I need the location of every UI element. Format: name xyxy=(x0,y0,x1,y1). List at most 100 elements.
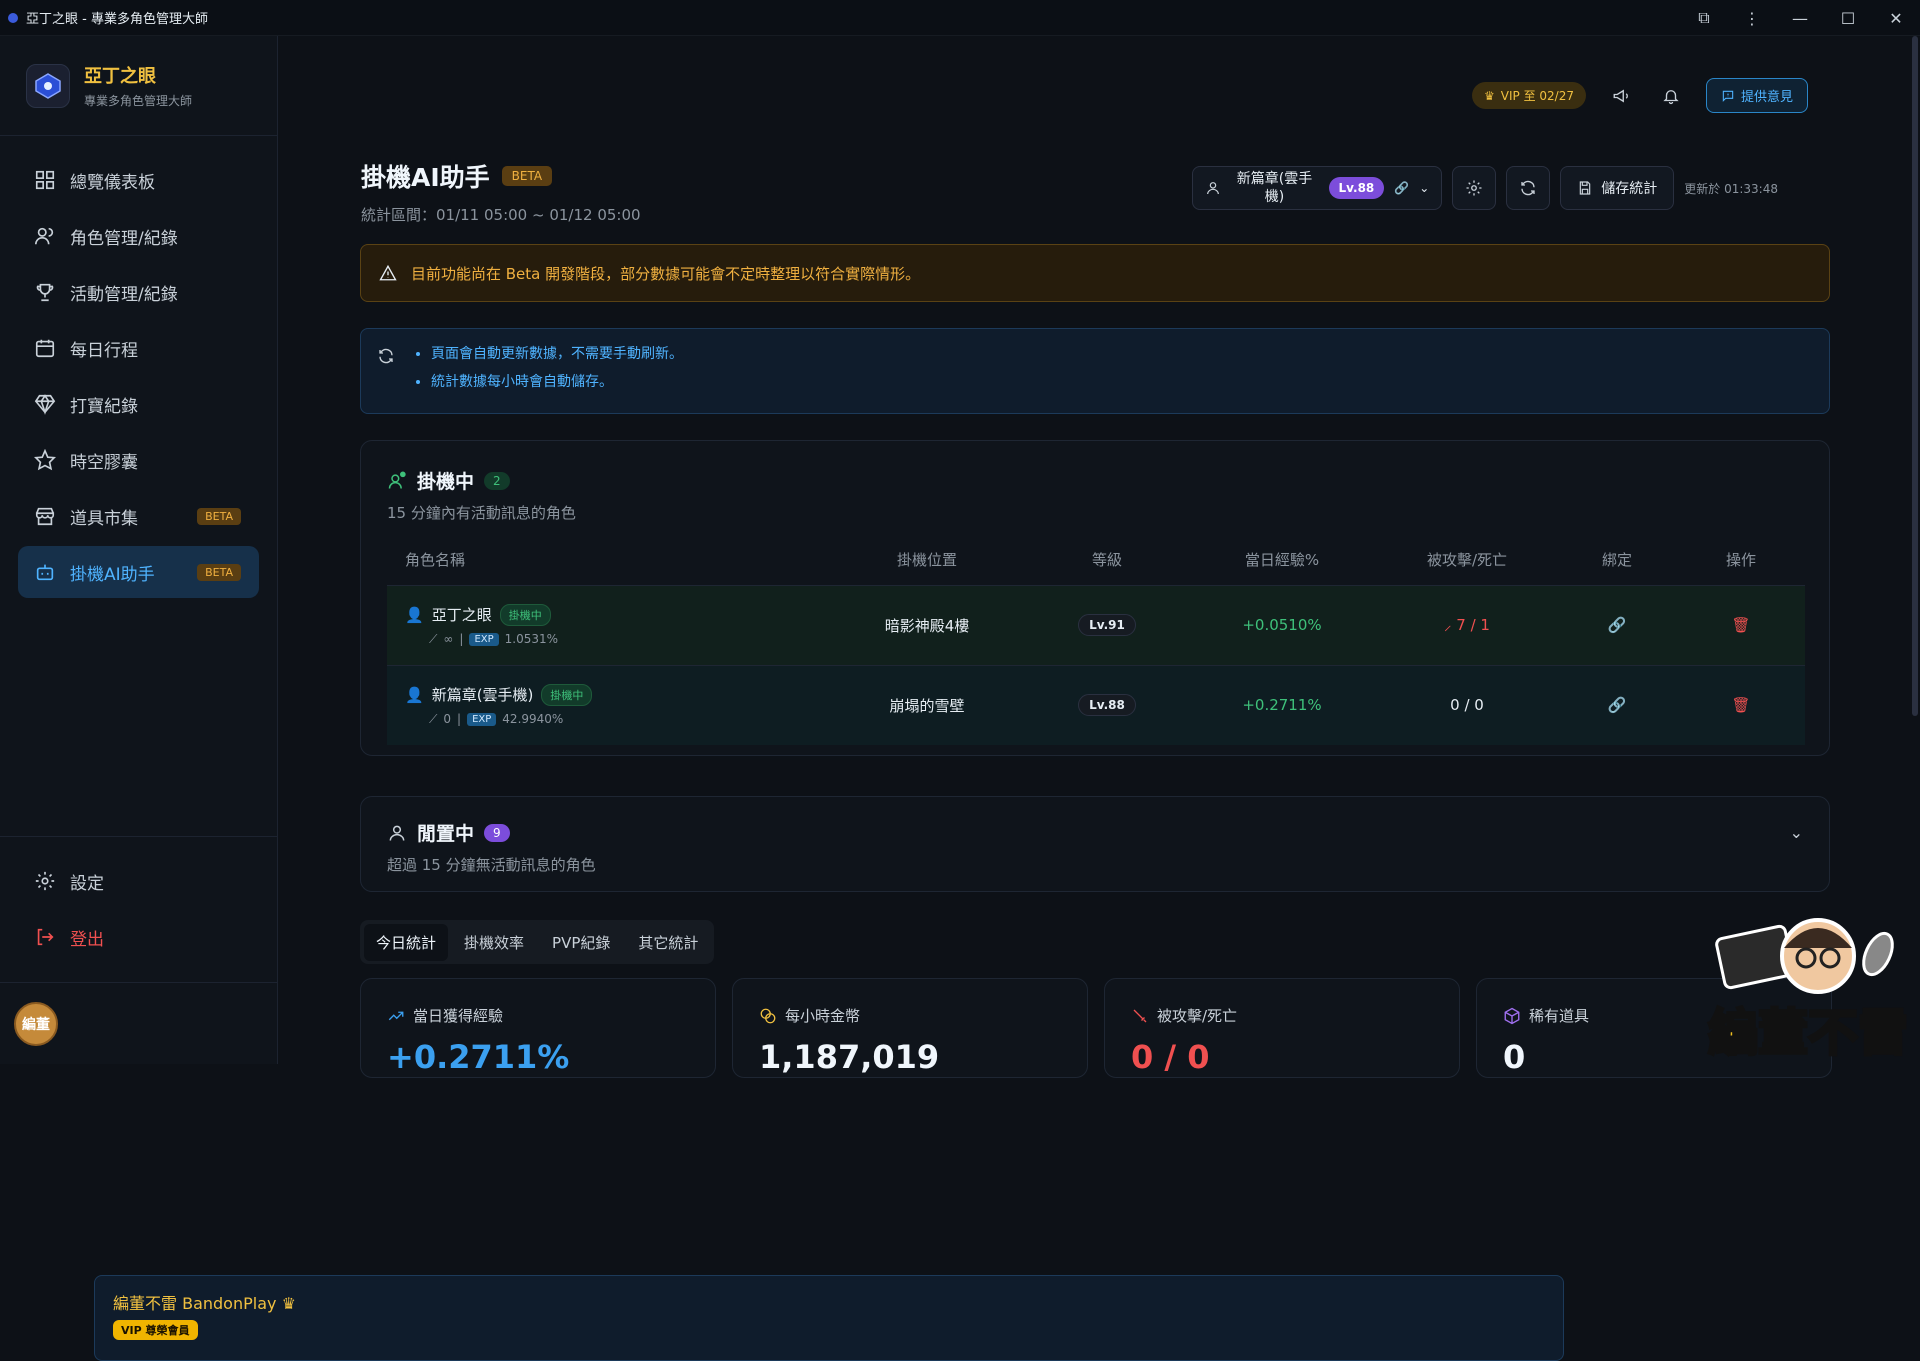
table-row[interactable]: 👤 亞丁之眼 掛機中 ⟋ ∞ | EXP 1.0531% 暗影神殿4樓 Lv.91 +0.0… xyxy=(387,584,1805,665)
save-stats-button[interactable]: 儲存統計 xyxy=(1560,166,1675,210)
daily-exp: +0.2711% xyxy=(1187,664,1377,745)
trophy-icon xyxy=(36,283,54,302)
stat-card-attacked-death: 被攻擊/死亡 0 / 0 xyxy=(1104,978,1460,1078)
stat-card-gold-per-hour: 每小時金幣 1,187,019 xyxy=(732,978,1088,1078)
sidebar-item-loot[interactable]: 打寶紀錄 xyxy=(18,378,259,430)
tab-today-stats[interactable]: 今日統計 xyxy=(364,923,449,961)
gear-icon xyxy=(1466,180,1482,196)
bind-link-icon[interactable]: 🔗 xyxy=(1557,584,1677,665)
location: 崩塌的雪壁 xyxy=(827,664,1027,745)
dashboard-icon xyxy=(35,170,55,190)
sidebar-item-label: 掛機AI助手 xyxy=(70,564,155,585)
updated-time: 更新於 01:33:48 xyxy=(1684,181,1778,196)
refresh-button[interactable] xyxy=(1506,166,1551,210)
tab-afk-efficiency[interactable]: 掛機效率 xyxy=(452,924,536,961)
sidebar: 亞丁之眼 專業多角色管理大師 總覽儀表板 角色管理/紀錄 活動管理/紀錄 每日行… xyxy=(0,36,1564,1361)
sword-icon xyxy=(1133,1009,1147,1022)
brand-subtitle: 專業多角色管理大師 xyxy=(84,94,193,108)
refresh-icon xyxy=(1521,180,1535,196)
info-banner: 頁面會自動更新數據，不需要手動刷新。 統計數據每小時會自動儲存。 xyxy=(360,328,1830,414)
logout-button[interactable]: 登出 xyxy=(18,911,260,963)
active-characters-table: 角色名稱 掛機位置 等級 當日經驗% 被攻擊/死亡 綁定 操作 👤 亞丁之眼 掛機中… xyxy=(387,535,1805,745)
sidebar-item-afk-assistant[interactable]: 掛機AI助手 BETA xyxy=(18,546,259,598)
notification-button[interactable] xyxy=(1656,81,1686,111)
sidebar-item-capsule[interactable]: 時空膠囊 xyxy=(18,434,259,486)
chevron-down-icon: ⌄ xyxy=(1419,181,1430,195)
tab-pvp-records[interactable]: PVP紀錄 xyxy=(540,924,622,961)
logout-label: 登出 xyxy=(70,929,104,950)
calendar-icon xyxy=(35,339,55,358)
star-icon xyxy=(34,449,56,471)
attacked-death: 0 / 0 xyxy=(1377,664,1557,745)
stat-label: 當日獲得經驗 xyxy=(413,1007,504,1025)
sidebar-item-events[interactable]: 活動管理/紀錄 xyxy=(18,266,259,318)
trend-up-icon xyxy=(388,1011,404,1020)
status-badge: 掛機中 xyxy=(499,603,551,626)
sidebar-item-dashboard[interactable]: 總覽儀表板 xyxy=(18,154,259,206)
sidebar-item-market[interactable]: 道具市集 BETA xyxy=(18,490,259,542)
sidebar-item-label: 每日行程 xyxy=(70,340,138,361)
column-header: 被攻擊/死亡 xyxy=(1426,551,1508,570)
tab-other-stats[interactable]: 其它統計 xyxy=(626,924,710,961)
table-row[interactable]: 👤 新篇章(雲手機) 掛機中 ⟋ 0 | EXP 42.9940% 崩塌的雪壁 Lv.88 … xyxy=(387,664,1805,745)
settings-button[interactable] xyxy=(1452,166,1497,210)
stats-tabs: 今日統計 掛機效率 PVP紀錄 其它統計 xyxy=(360,920,715,964)
user-profile[interactable]: 編董 編董不雷 BandonPlay ♛ VIP 尊榮會員 xyxy=(0,982,1564,1361)
more-menu-icon[interactable]: ⋮ xyxy=(1728,0,1776,36)
delete-button[interactable]: 🗑 xyxy=(1677,664,1805,745)
sidebar-item-characters[interactable]: 角色管理/紀錄 xyxy=(18,210,259,262)
coins-icon xyxy=(760,1008,776,1023)
sidebar-item-settings[interactable]: 設定 xyxy=(18,855,260,907)
stat-card-daily-exp: 當日獲得經驗 +0.2711% xyxy=(360,978,716,1078)
maximize-button[interactable]: ☐ xyxy=(1824,0,1872,36)
extension-icon[interactable]: ⧉ xyxy=(1680,0,1728,36)
app-icon xyxy=(8,12,18,23)
scrollbar-thumb[interactable] xyxy=(1912,36,1918,716)
minimize-button[interactable]: — xyxy=(1776,0,1824,36)
sidebar-item-label: 角色管理/紀錄 xyxy=(70,228,178,249)
link-icon: 🔗 xyxy=(1394,181,1410,195)
sword-icon: ⸝ xyxy=(1444,616,1457,634)
sidebar-item-schedule[interactable]: 每日行程 xyxy=(18,322,259,374)
top-bar: ♛ VIP 至 02/27 提供意見 xyxy=(1472,78,1808,113)
idle-characters-card[interactable]: 閒置中 9 ⌄ 超過 15 分鐘無活動訊息的角色 xyxy=(360,796,1830,892)
delete-button[interactable]: 🗑 xyxy=(1677,584,1805,665)
gear-icon xyxy=(35,871,55,891)
selected-character: 新篇章(雲手機) xyxy=(1236,171,1313,205)
feather-icon: ⟋ xyxy=(429,631,438,646)
refresh-icon xyxy=(379,348,393,364)
box-icon xyxy=(1504,1007,1520,1024)
user-icon xyxy=(1206,182,1219,195)
stats-period: 統計區間：01/11 05:00 ~ 01/12 05:00 xyxy=(361,206,641,224)
warning-text: 目前功能尚在 Beta 開發階段，部分數據可能會不定時整理以符合實際情形。 xyxy=(411,264,921,283)
brand[interactable]: 亞丁之眼 專業多角色管理大師 xyxy=(0,36,277,136)
status-badge: 掛機中 xyxy=(541,683,593,706)
beta-badge: BETA xyxy=(197,507,241,525)
brand-name: 亞丁之眼 xyxy=(84,66,156,87)
level-badge: Lv.88 xyxy=(1078,694,1136,717)
character-select[interactable]: 新篇章(雲手機) Lv.88 🔗 ⌄ xyxy=(1191,166,1443,210)
column-header: 角色名稱 xyxy=(405,551,466,570)
sidebar-item-label: 總覽儀表板 xyxy=(70,172,155,193)
sidebar-item-label: 打寶紀錄 xyxy=(70,396,138,417)
scrollbar[interactable] xyxy=(1910,36,1920,1064)
toolbar: 新篇章(雲手機) Lv.88 🔗 ⌄ 儲存統計 更新於 01:33:48 xyxy=(1191,166,1778,210)
close-button[interactable]: ✕ xyxy=(1872,0,1920,36)
feedback-button[interactable]: 提供意見 xyxy=(1705,78,1808,113)
chevron-down-icon[interactable]: ⌄ xyxy=(1790,823,1803,842)
bind-link-icon[interactable]: 🔗 xyxy=(1557,664,1677,745)
main-content: ♛ VIP 至 02/27 提供意見 掛機AI助手 BETA 統計區間：01/11 … xyxy=(278,36,1898,1078)
user-name: 編董不雷 BandonPlay xyxy=(113,1294,277,1313)
window-titlebar: 亞丁之眼 - 專業多角色管理大師 ⧉ ⋮ — ☐ ✕ xyxy=(0,0,1920,36)
info-item: 頁面會自動更新數據，不需要手動刷新。 xyxy=(431,343,1811,363)
logout-icon xyxy=(37,928,54,946)
stat-label: 稀有道具 xyxy=(1529,1007,1590,1025)
feather-count: ∞ xyxy=(443,632,454,646)
sidebar-item-label: 道具市集 xyxy=(70,508,138,529)
user-online-icon: 👤 xyxy=(405,605,424,624)
announcement-button[interactable] xyxy=(1606,81,1636,111)
vip-status-chip[interactable]: ♛ VIP 至 02/27 xyxy=(1472,82,1586,109)
beta-badge: BETA xyxy=(501,166,553,186)
feather-icon: ⟋ xyxy=(429,711,438,726)
feather-count: 0 xyxy=(443,712,452,727)
